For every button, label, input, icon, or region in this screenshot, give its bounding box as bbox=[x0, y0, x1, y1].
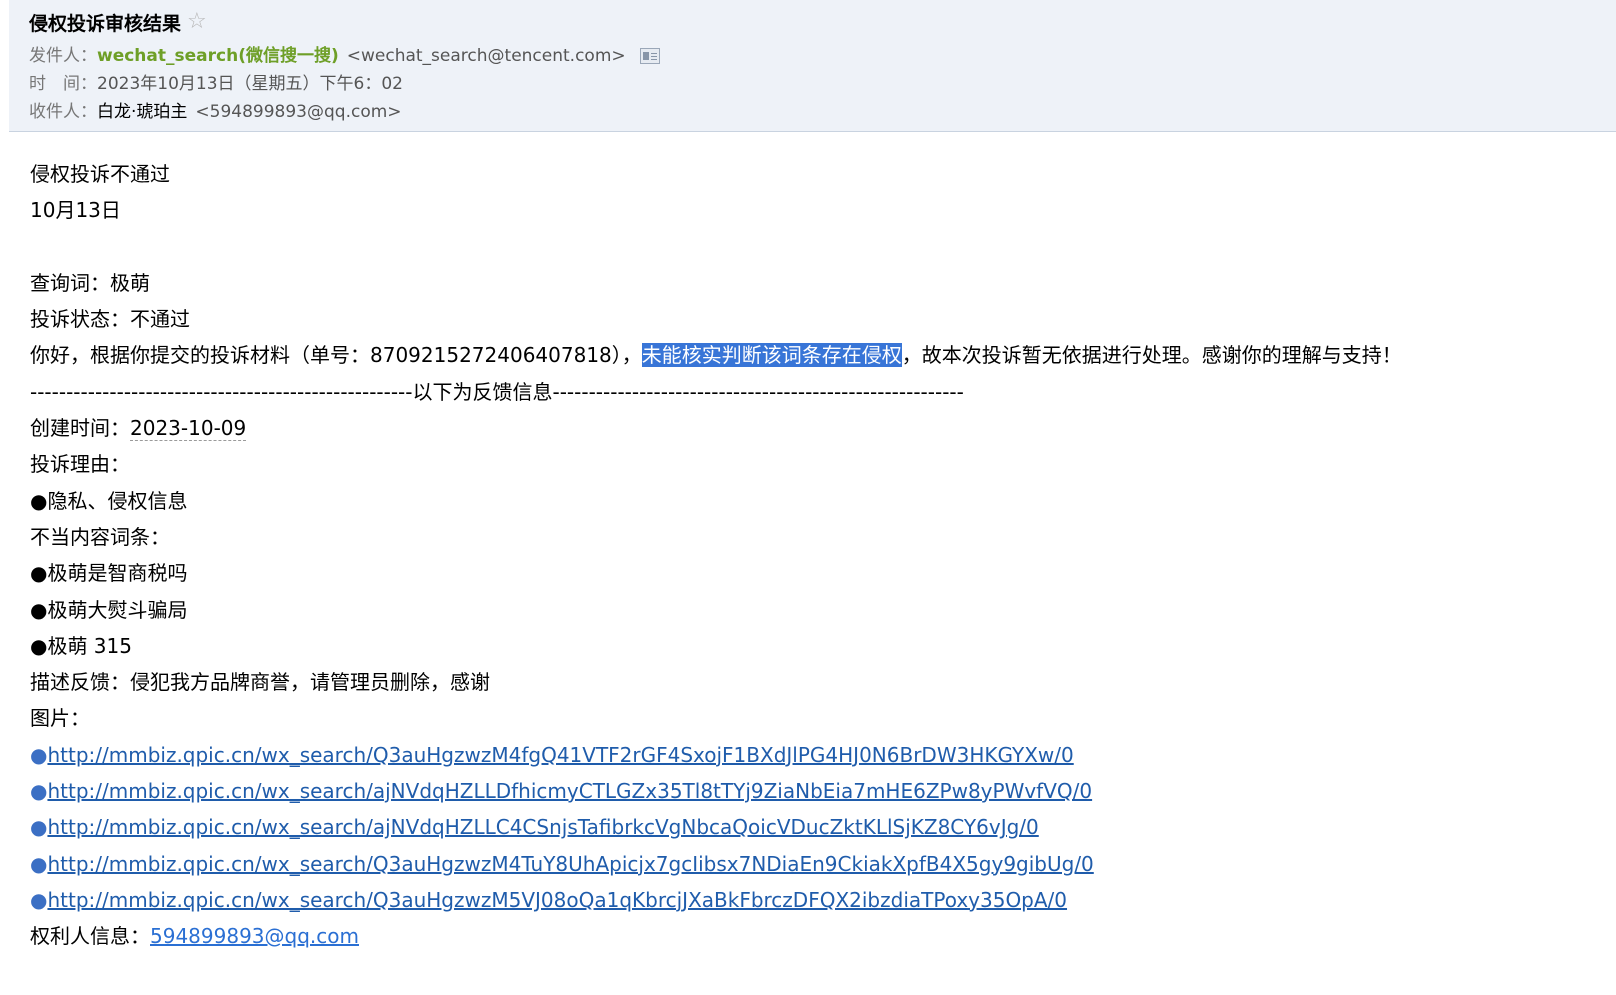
bullet: ● bbox=[30, 779, 48, 804]
star-icon[interactable]: ☆ bbox=[187, 11, 207, 33]
created-line: 创建时间：2023-10-09 bbox=[30, 410, 1590, 446]
message-pre: 你好，根据你提交的投诉材料（单号：8709215272406407818）， bbox=[30, 343, 642, 368]
query-line: 查询词：极萌 bbox=[30, 270, 150, 295]
recipient-address: <594899893@qq.com> bbox=[195, 102, 402, 122]
time-row: 时 间： 2023年10月13日（星期五）下午6：02 bbox=[29, 72, 403, 96]
created-label: 创建时间： bbox=[30, 416, 130, 441]
bullet: ● bbox=[30, 887, 48, 912]
selected-text[interactable]: 未能核实判断该词条存在侵权 bbox=[641, 343, 902, 368]
email-subject: 侵权投诉审核结果 bbox=[29, 12, 182, 35]
sender-address: <wechat_search@tencent.com> bbox=[346, 46, 626, 66]
reason-label: 投诉理由： bbox=[30, 452, 130, 477]
feedback-line: 描述反馈：侵犯我方品牌商誉，请管理员删除，感谢 bbox=[30, 670, 490, 695]
entry-item: ●极萌是智商税吗 bbox=[30, 561, 188, 586]
recipient-name[interactable]: 白龙·琥珀主 bbox=[97, 100, 187, 124]
image-link[interactable]: http://mmbiz.qpic.cn/wx_search/ajNVdqHZL… bbox=[47, 779, 1092, 803]
image-link[interactable]: http://mmbiz.qpic.cn/wx_search/Q3auHgzwz… bbox=[47, 888, 1067, 912]
image-link-row: ●http://mmbiz.qpic.cn/wx_search/Q3auHgzw… bbox=[30, 737, 1590, 773]
email-header: 侵权投诉审核结果 ☆ 发件人： wechat_search(微信搜一搜) <we… bbox=[9, 0, 1616, 132]
status-line: 投诉状态：不通过 bbox=[30, 307, 190, 332]
sender-label: 发件人： bbox=[29, 46, 97, 66]
subject-row: 侵权投诉审核结果 ☆ bbox=[29, 9, 207, 35]
time-label: 时 间： bbox=[29, 74, 97, 94]
time-value: 2023年10月13日（星期五）下午6：02 bbox=[97, 74, 403, 94]
rights-label: 权利人信息： bbox=[30, 924, 150, 949]
entry-item: ●极萌 315 bbox=[30, 633, 132, 658]
image-link[interactable]: http://mmbiz.qpic.cn/wx_search/ajNVdqHZL… bbox=[47, 815, 1038, 839]
recipient-label: 收件人： bbox=[29, 102, 97, 122]
message-line: 你好，根据你提交的投诉材料（单号：8709215272406407818），未能… bbox=[30, 337, 1590, 373]
rights-line: 权利人信息：594899893@qq.com bbox=[30, 918, 1590, 954]
bullet: ● bbox=[30, 851, 48, 876]
image-link[interactable]: http://mmbiz.qpic.cn/wx_search/Q3auHgzwz… bbox=[47, 743, 1073, 767]
message-post: ，故本次投诉暂无依据进行处理。感谢你的理解与支持！ bbox=[901, 343, 1402, 368]
image-link-row: ●http://mmbiz.qpic.cn/wx_search/ajNVdqHZ… bbox=[30, 809, 1590, 845]
email-body: 侵权投诉不通过 10月13日 查询词：极萌 投诉状态：不通过 你好，根据你提交的… bbox=[30, 156, 1590, 955]
recipient-row: 收件人： 白龙·琥珀主 <594899893@qq.com> bbox=[29, 100, 402, 124]
body-date: 10月13日 bbox=[30, 198, 121, 223]
entries-label: 不当内容词条： bbox=[30, 524, 170, 549]
sender-name[interactable]: wechat_search(微信搜一搜) bbox=[97, 44, 339, 68]
feedback-divider: ----------------------------------------… bbox=[30, 379, 964, 404]
images-label: 图片： bbox=[30, 706, 90, 731]
image-link-row: ●http://mmbiz.qpic.cn/wx_search/ajNVdqHZ… bbox=[30, 773, 1590, 809]
image-link[interactable]: http://mmbiz.qpic.cn/wx_search/Q3auHgzwz… bbox=[47, 852, 1093, 876]
body-title: 侵权投诉不通过 bbox=[30, 162, 170, 186]
created-date[interactable]: 2023-10-09 bbox=[130, 416, 247, 442]
bullet: ● bbox=[30, 815, 48, 840]
sender-row: 发件人： wechat_search(微信搜一搜) <wechat_search… bbox=[29, 44, 660, 68]
image-link-row: ●http://mmbiz.qpic.cn/wx_search/Q3auHgzw… bbox=[30, 846, 1590, 882]
reason-item: ●隐私、侵权信息 bbox=[30, 488, 188, 513]
contact-card-icon[interactable] bbox=[639, 48, 660, 64]
rights-email-link[interactable]: 594899893@qq.com bbox=[150, 924, 359, 948]
entry-item: ●极萌大熨斗骗局 bbox=[30, 597, 188, 622]
bullet: ● bbox=[30, 742, 48, 767]
image-link-row: ●http://mmbiz.qpic.cn/wx_search/Q3auHgzw… bbox=[30, 882, 1590, 918]
